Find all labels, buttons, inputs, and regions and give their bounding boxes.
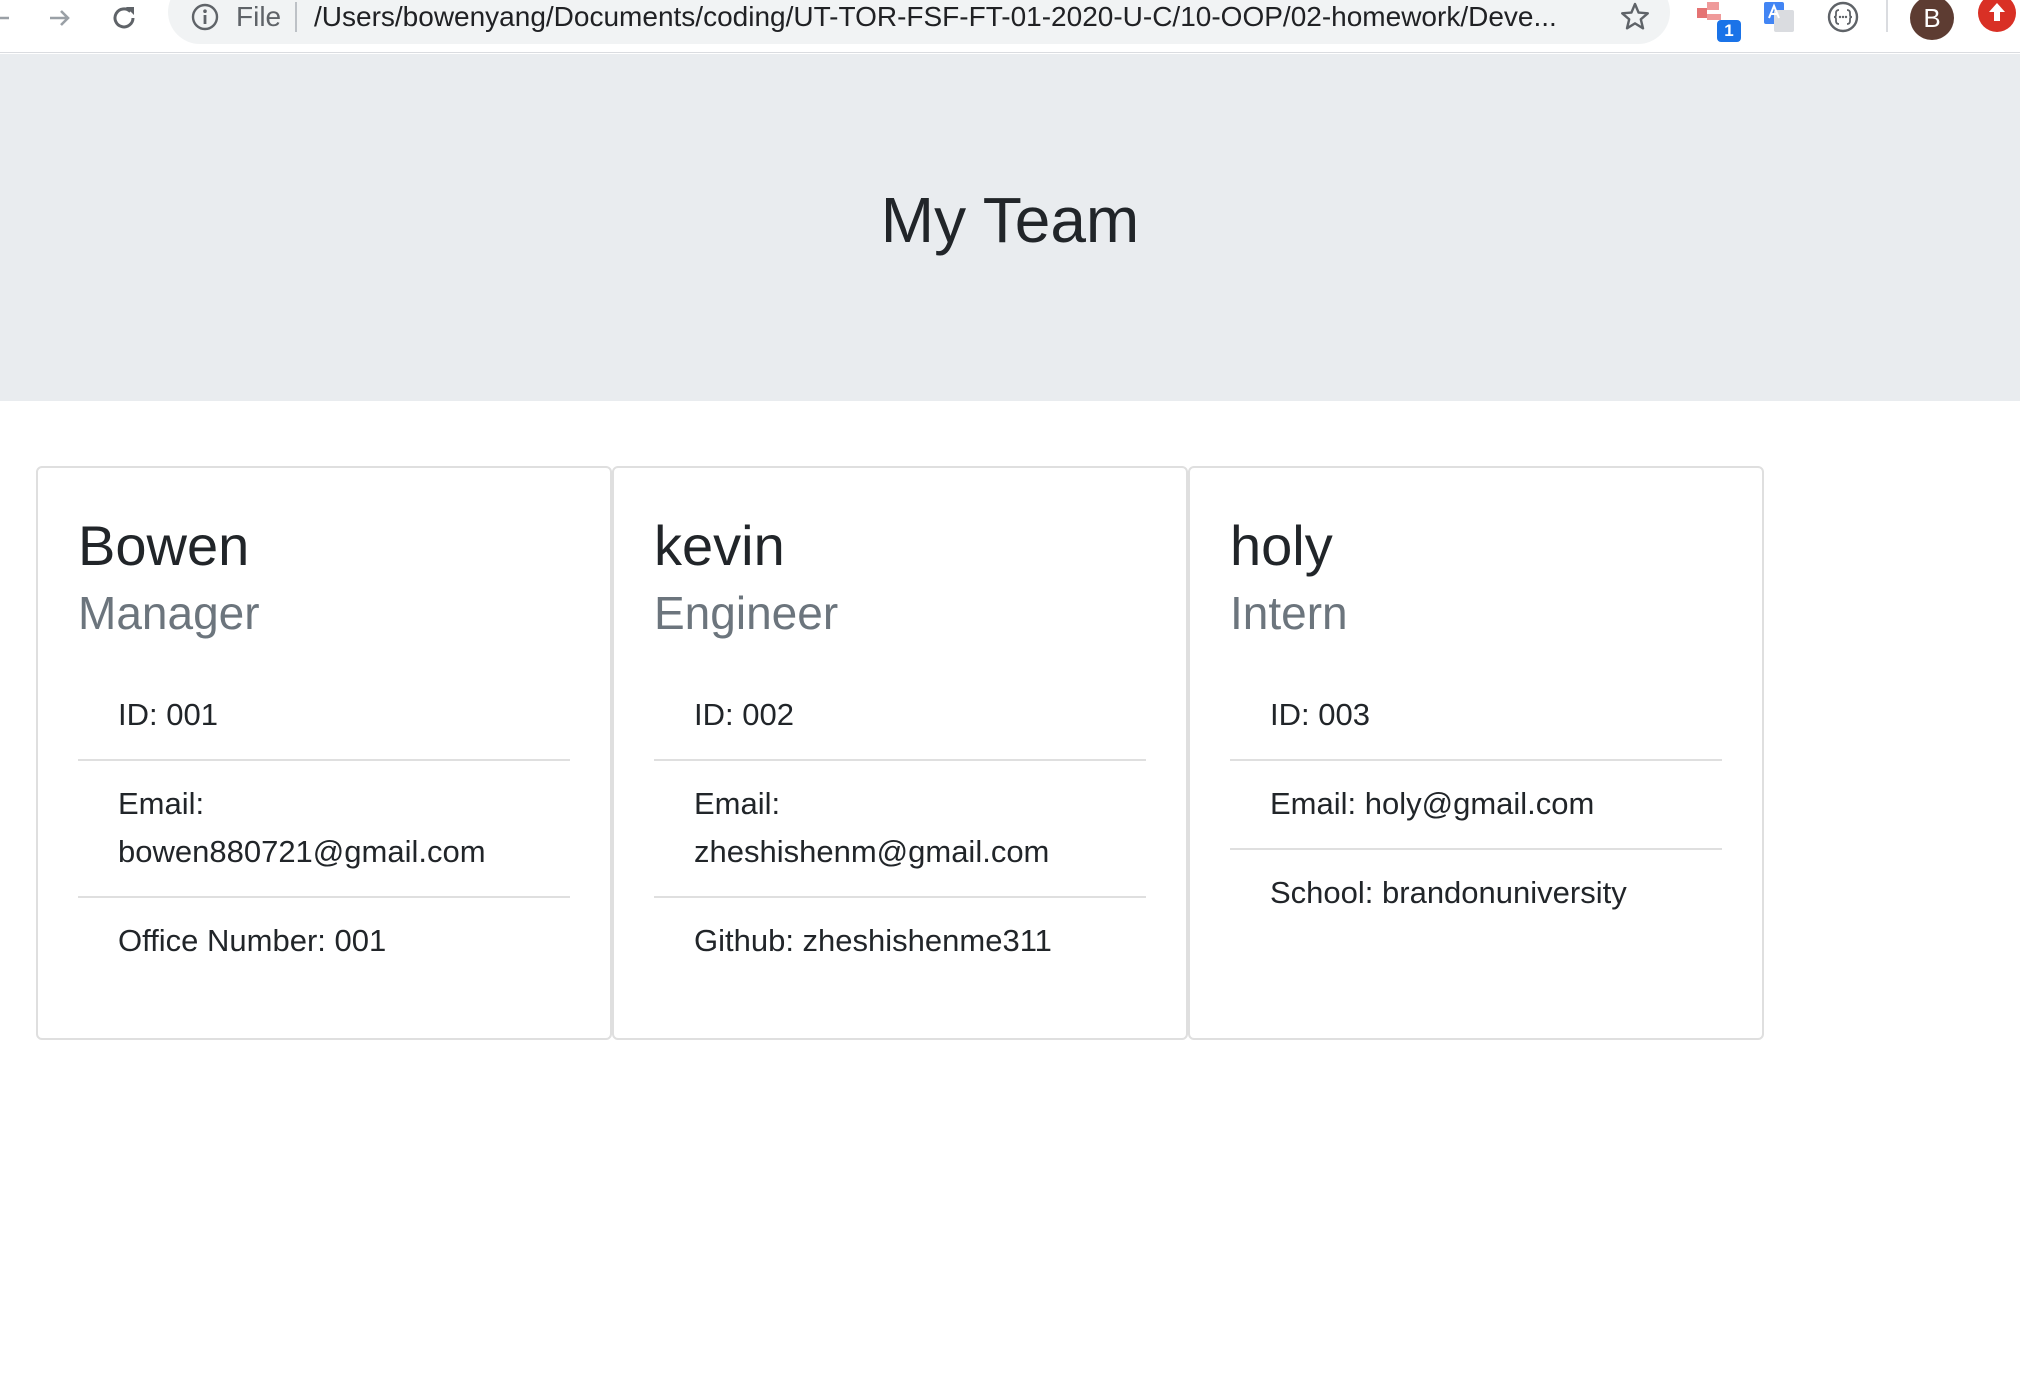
page-title: My Team (880, 184, 1140, 256)
member-email: Email: holy@gmail.com (1230, 761, 1722, 850)
back-button[interactable] (0, 0, 16, 36)
extension-button[interactable]: 1 (1695, 0, 1741, 44)
member-name: Bowen (78, 514, 250, 577)
member-name: kevin (654, 514, 785, 577)
team-card-intern: holy Intern ID: 003 Email: holy@gmail.co… (1188, 466, 1764, 1040)
info-icon[interactable] (190, 2, 220, 32)
toolbar-divider (1886, 0, 1888, 32)
reload-button[interactable] (106, 0, 142, 36)
member-role: Manager (78, 587, 260, 639)
reload-icon (113, 7, 135, 29)
profile-avatar[interactable]: B (1910, 0, 1954, 40)
star-icon[interactable] (1618, 0, 1652, 34)
header-banner: My Team (0, 54, 2020, 401)
update-button[interactable] (1978, 0, 2016, 32)
json-icon (1827, 1, 1859, 33)
member-id: ID: 001 (78, 672, 570, 761)
scheme-label: File (236, 1, 282, 32)
member-id: ID: 002 (654, 672, 1146, 761)
member-role: Intern (1230, 587, 1348, 639)
team-card-engineer: kevin Engineer ID: 002 Email: zheshishen… (612, 466, 1188, 1040)
update-icon (1989, 3, 2005, 21)
back-arrow-icon (0, 16, 9, 20)
team-card-manager: Bowen Manager ID: 001 Email: bowen880721… (36, 466, 612, 1040)
member-details: ID: 002 Email: zheshishenm@gmail.com Git… (654, 672, 1146, 985)
member-github: Github: zheshishenme311 (694, 923, 1052, 958)
member-email: Email: bowen880721@gmail.com (78, 761, 570, 898)
member-office-number: Office Number: 001 (118, 923, 387, 958)
team-cards: Bowen Manager ID: 001 Email: bowen880721… (36, 466, 1765, 1040)
translate-icon (1764, 2, 1794, 32)
address-divider (295, 2, 297, 32)
member-id: ID: 003 (1230, 672, 1722, 761)
extension-badge: 1 (1717, 20, 1741, 42)
forward-button[interactable] (40, 0, 80, 36)
json-viewer-button[interactable] (1826, 0, 1860, 44)
member-role: Engineer (654, 587, 839, 639)
member-details: ID: 003 Email: holy@gmail.com School: br… (1230, 672, 1722, 937)
url-text[interactable]: /Users/bowenyang/Documents/coding/UT-TOR… (314, 0, 1596, 34)
member-email: Email: zheshishenm@gmail.com (654, 761, 1146, 898)
forward-arrow-icon (50, 10, 70, 26)
member-name: holy (1230, 514, 1333, 577)
translate-button[interactable] (1762, 0, 1796, 44)
member-details: ID: 001 Email: bowen880721@gmail.com Off… (78, 672, 570, 985)
member-school: School: brandonuniversity (1270, 875, 1627, 910)
browser-toolbar: File /Users/bowenyang/Documents/coding/U… (0, 0, 2020, 53)
